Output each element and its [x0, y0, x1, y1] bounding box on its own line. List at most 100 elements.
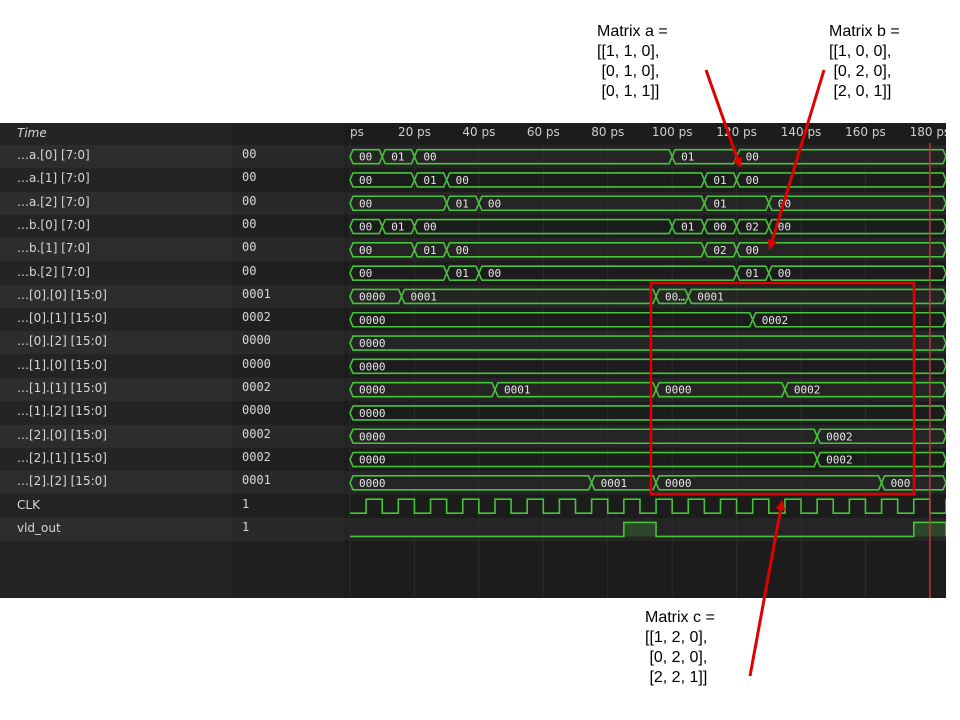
- bus-segment-value: 00: [359, 267, 372, 280]
- bus-segment-value: 01: [681, 151, 694, 164]
- bus-segment-value: 00: [423, 151, 436, 164]
- signal-name: …[1].[0] [15:0]: [17, 357, 107, 372]
- bus-segment-value: 01: [681, 221, 694, 234]
- time-tick-label: 20 ps: [398, 125, 431, 139]
- bus-segment-value: 00: [778, 221, 791, 234]
- bus-segment-value: 00: [713, 221, 726, 234]
- signal-value: 00: [242, 147, 257, 161]
- signal-value: 00: [242, 263, 257, 278]
- signal-value: 0000: [242, 403, 271, 418]
- bus-segment: [767, 265, 946, 281]
- bus-segment-value: 01: [456, 197, 469, 210]
- annotation-line: [[1, 1, 0],: [597, 43, 660, 60]
- bus-segment-value: 01: [391, 151, 404, 164]
- bus-segment-value: 00: [359, 151, 372, 164]
- signal-value: 0002: [242, 449, 271, 464]
- signal-value: 1: [242, 496, 250, 511]
- signal-value: 00: [242, 216, 257, 231]
- bus-segment-value: 0000: [665, 477, 692, 490]
- signal-value: 00: [242, 193, 257, 208]
- bus-segment-value: 00: [488, 197, 501, 210]
- signal-name: …[0].[1] [15:0]: [17, 311, 107, 326]
- signal-name: …[1].[2] [15:0]: [17, 404, 107, 419]
- annotation-line: Matrix a =: [597, 23, 668, 40]
- signal-name: …b.[0] [7:0]: [17, 217, 90, 232]
- bus-segment-value: 0002: [826, 430, 853, 443]
- signal-name: …[0].[2] [15:0]: [17, 334, 107, 349]
- bus-segment: [349, 311, 754, 328]
- signal-name: …b.[1] [7:0]: [17, 241, 90, 256]
- bus-segment-value: 0000: [359, 384, 386, 397]
- bus-segment: [445, 242, 706, 258]
- signal-name: …[2].[1] [15:0]: [17, 450, 107, 465]
- time-tick-label: 40 ps: [462, 125, 495, 139]
- bus-segment-value: 02: [746, 221, 759, 234]
- bus-segment-value: 00: [746, 174, 759, 187]
- bus-segment-value: 00: [456, 174, 469, 187]
- signal-value: 0002: [242, 426, 271, 441]
- bus-segment: [735, 172, 946, 188]
- annotation-line: [0, 2, 0],: [829, 63, 892, 80]
- waveform-canvas[interactable]: ps 20 ps 40 ps 60 ps 80 ps 100 ps 120 ps 140 ps…: [344, 123, 946, 598]
- bus-segment-value: 0000: [359, 407, 386, 420]
- bus-segment-value: 0000: [665, 384, 692, 397]
- bus-segment: [735, 242, 946, 258]
- bus-segment-value: 01: [746, 267, 759, 280]
- bus-segment: [349, 451, 819, 468]
- bus-segment-value: 02: [713, 244, 726, 257]
- signal-name: …a.[2] [7:0]: [17, 194, 90, 209]
- signal-name: …[2].[2] [15:0]: [17, 474, 107, 489]
- time-tick-label: 100 ps: [652, 125, 693, 139]
- matrix-b-annotation: Matrix b = [[1, 0, 0], [0, 2, 0], [2, 0,…: [829, 22, 900, 102]
- signal-value: 00: [242, 170, 257, 185]
- annotation-line: [[1, 2, 0],: [645, 629, 708, 646]
- clock-waveform: [350, 498, 946, 514]
- signal-value: 0001: [242, 473, 271, 488]
- bus-segment-value: 00: [746, 244, 759, 257]
- time-tick-label: 180 ps: [910, 125, 946, 139]
- bus-segment-value: 00: [359, 174, 372, 187]
- signal-value: 00: [242, 240, 257, 255]
- bus-segment-value: 0000: [359, 290, 386, 303]
- bit-high-fill: [623, 522, 657, 537]
- bus-segment: [477, 195, 706, 212]
- signal-value: 0002: [242, 380, 271, 394]
- bus-segment: [687, 288, 946, 305]
- time-tick-label: 80 ps: [591, 125, 624, 139]
- annotation-line: Matrix c =: [645, 609, 715, 626]
- signal-name: …[2].[0] [15:0]: [17, 427, 107, 442]
- bus-segment-value: 01: [713, 174, 726, 187]
- bus-segment: [735, 148, 946, 165]
- signal-name: …a.[0] [7:0]: [17, 148, 90, 162]
- bus-segment-value: 00: [359, 221, 372, 234]
- bus-segment-value: 0000: [359, 477, 386, 490]
- bus-segment-value: 000: [891, 477, 911, 490]
- signal-name: …b.[2] [7:0]: [17, 264, 90, 279]
- signal-name: vld_out: [17, 520, 61, 535]
- time-tick-label: 120 ps: [716, 125, 757, 139]
- signal-value: 0000: [242, 333, 271, 348]
- bus-segment: [349, 358, 946, 375]
- signal-name: …[1].[1] [15:0]: [17, 381, 107, 395]
- annotation-line: [0, 2, 0],: [645, 649, 708, 666]
- bus-segment-value: 0000: [359, 337, 386, 350]
- annotation-line: [[1, 0, 0],: [829, 43, 892, 60]
- bus-segment: [445, 172, 706, 188]
- time-tick-label: ps: [350, 125, 364, 139]
- bus-segment-value: 00: [488, 267, 501, 280]
- signal-name: …a.[1] [7:0]: [17, 171, 90, 186]
- bus-segment-value: 00…: [665, 290, 685, 303]
- bus-segment-value: 0001: [697, 290, 724, 303]
- bus-segment: [767, 218, 946, 235]
- bus-segment-value: 01: [456, 267, 469, 280]
- bus-segment: [349, 428, 819, 445]
- signal-value: 0001: [242, 286, 271, 301]
- annotation-line: [2, 2, 1]]: [645, 669, 708, 686]
- bus-segment-value: 00: [359, 244, 372, 257]
- annotation-line: [0, 1, 0],: [597, 63, 660, 80]
- bus-segment: [767, 195, 946, 212]
- bus-segment: [349, 475, 593, 491]
- signal-value: 0002: [242, 310, 271, 325]
- time-tick-label: 140 ps: [781, 125, 822, 139]
- signal-value: 1: [242, 519, 250, 534]
